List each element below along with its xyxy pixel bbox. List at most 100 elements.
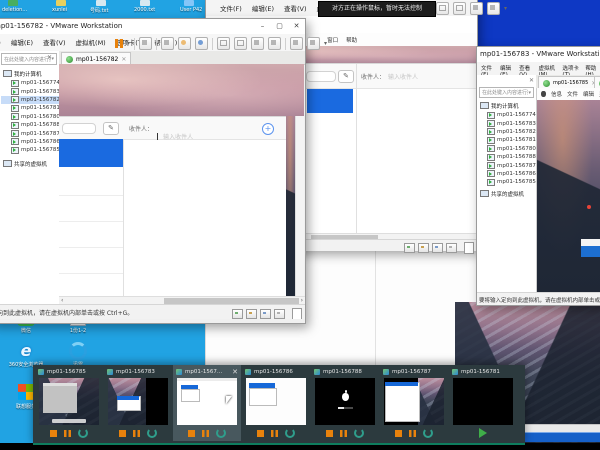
ctrl-alt-del-icon[interactable] (139, 37, 152, 50)
add-recipient-icon[interactable]: + (262, 123, 274, 135)
selected-conversation[interactable] (307, 89, 353, 113)
vm-list-item[interactable]: mp01-156786 (1, 138, 59, 146)
vm-list-item[interactable]: mp01-156781 (1, 104, 59, 112)
cd-icon[interactable] (418, 243, 429, 253)
compose-icon[interactable]: ✎ (338, 70, 354, 83)
tree-root[interactable]: 我的计算机 (3, 69, 42, 78)
menu-item[interactable]: 文件(F) (216, 1, 246, 15)
vm-list-item[interactable]: mp01-156787 (477, 161, 536, 169)
menu-item[interactable]: 编辑(E) (498, 62, 515, 76)
menu-item[interactable]: 文件(F) (479, 62, 496, 76)
taskbar-thumbnail-hovered[interactable]: mp01-1567…✕ (173, 365, 241, 441)
tree-shared[interactable]: 共享的虚拟机 (3, 159, 47, 168)
restart-vm-icon[interactable] (423, 428, 433, 438)
desktop-file[interactable]: 号码.txt (90, 7, 108, 14)
power-caret-icon[interactable]: ▾ (127, 38, 130, 49)
fit-guest-icon[interactable] (464, 242, 474, 254)
sound-icon[interactable] (274, 309, 285, 319)
minimize-icon[interactable]: – (254, 19, 271, 34)
vm-list-item[interactable]: mp01-156774 (1, 79, 59, 87)
pause-vm-icon[interactable] (64, 430, 71, 437)
vm-list-item[interactable]: mp01-156780 (1, 113, 59, 121)
pause-vm-icon[interactable] (409, 430, 416, 437)
search-field[interactable] (62, 123, 96, 134)
menu-item[interactable]: 帮助(H) (583, 62, 600, 76)
restart-vm-icon[interactable] (285, 428, 295, 438)
cd-icon[interactable] (246, 309, 257, 319)
stop-vm-icon[interactable] (395, 430, 402, 437)
vm-list-item[interactable]: mp01-156788 (477, 153, 536, 161)
maximize-icon[interactable]: ▢ (271, 19, 288, 34)
menu-item[interactable]: 虚拟机(M) (537, 62, 559, 76)
vertical-scrollbar[interactable]: ∨ (295, 116, 304, 305)
taskbar-thumbnail[interactable]: mp01-156781 (449, 365, 517, 441)
menu-item[interactable]: 编辑(E) (248, 1, 278, 15)
macos-menu-item[interactable]: 帮助 (346, 36, 357, 44)
vm-list-item[interactable]: mp01-156783 (477, 119, 536, 127)
close-sidebar-icon[interactable]: ✕ (529, 77, 534, 84)
menu-item[interactable]: 查看(V) (280, 1, 311, 15)
vm-list-item[interactable]: mp01-156782 (1, 96, 59, 104)
menu-item[interactable]: 文件(F) (0, 35, 5, 49)
show-thumbnail-bar-icon[interactable] (234, 37, 247, 50)
network-icon[interactable] (432, 243, 443, 253)
fullscreen-icon[interactable] (470, 2, 483, 15)
vm-list-item[interactable]: mp01-156785 (477, 178, 536, 186)
console-view-icon[interactable] (290, 37, 303, 50)
guest-console[interactable]: ∨ ✎ 收件人： 输入收件人 + (59, 64, 304, 305)
network-icon[interactable] (260, 309, 271, 319)
revert-snapshot-icon[interactable] (178, 37, 191, 50)
vm-list-item[interactable]: mp01-156774 (477, 111, 536, 119)
tree-root[interactable]: 我的计算机 (480, 101, 519, 110)
pause-vm-icon[interactable] (340, 430, 347, 437)
play-vm-icon[interactable] (479, 428, 487, 438)
hdd-icon[interactable] (232, 309, 243, 319)
vm-list-item[interactable]: mp01-156785 (1, 146, 59, 154)
vm-list-item[interactable]: mp01-156780 (477, 145, 536, 153)
close-icon[interactable]: ✕ (288, 19, 305, 34)
stop-vm-icon[interactable] (119, 430, 126, 437)
vm-list-item[interactable]: mp01-156782 (477, 128, 536, 136)
macos-menu-item[interactable]: 窗口 (327, 36, 338, 44)
taskbar-thumbnail[interactable]: mp01-156786 (242, 365, 310, 441)
menu-item[interactable]: 选项卡(T) (560, 62, 581, 76)
taskbar-thumbnail[interactable]: mp01-156788 (311, 365, 379, 441)
search-field[interactable] (306, 71, 336, 82)
restart-vm-icon[interactable] (216, 428, 226, 438)
vm-list-item[interactable]: mp01-156787 (1, 129, 59, 137)
guest-wallpaper[interactable] (537, 100, 600, 293)
sound-icon[interactable] (446, 243, 457, 253)
vm-list-item[interactable]: mp01-156783 (1, 87, 59, 95)
selected-conversation[interactable] (59, 139, 123, 167)
tree-shared[interactable]: 共享的虚拟机 (480, 189, 524, 198)
menu-item[interactable]: 编辑(E) (7, 35, 37, 49)
taskbar-thumbnail[interactable]: mp01-156783 (104, 365, 172, 441)
show-library-icon[interactable] (436, 2, 449, 15)
pause-vm-icon[interactable] (202, 430, 209, 437)
stop-vm-icon[interactable] (326, 430, 333, 437)
vm-search-box[interactable]: 在此处键入内容进行搜索 ▾ (479, 87, 534, 98)
hdd-icon[interactable] (404, 243, 415, 253)
recipient-placeholder[interactable]: 输入收件人 (163, 134, 193, 141)
capture-caret-icon[interactable]: ▾ (324, 38, 327, 49)
search-caret-icon[interactable]: ▾ (528, 90, 531, 96)
macos-menu-item[interactable]: 文件 (567, 90, 578, 98)
messages-compose-window[interactable]: ✎ 收件人： 输入收件人 + (59, 116, 286, 305)
vm-list-item[interactable]: mp01-156788 (1, 121, 59, 129)
close-tab-icon[interactable]: ✕ (121, 56, 126, 63)
stop-vm-icon[interactable] (188, 430, 195, 437)
manage-snapshots-icon[interactable] (195, 37, 208, 50)
menu-item[interactable]: 查看(V) (39, 35, 70, 49)
restart-vm-icon[interactable] (354, 428, 364, 438)
show-library-icon[interactable] (217, 37, 230, 50)
close-preview-icon[interactable]: ✕ (232, 368, 238, 376)
restart-vm-icon[interactable] (78, 428, 88, 438)
desktop-file[interactable]: xunlei (52, 7, 67, 13)
menu-item[interactable]: 查看(V) (517, 62, 534, 76)
pause-vm-icon[interactable] (115, 38, 123, 49)
menu-item[interactable]: 虚拟机(M) (72, 35, 110, 49)
macos-menu-item[interactable]: 信息 (551, 90, 562, 98)
recipient-placeholder[interactable]: 输入收件人 (388, 72, 418, 81)
vmware-window-left[interactable]: mp01-156782 - VMware Workstation – ▢ ✕ 文… (0, 18, 306, 324)
pause-vm-icon[interactable] (133, 430, 140, 437)
